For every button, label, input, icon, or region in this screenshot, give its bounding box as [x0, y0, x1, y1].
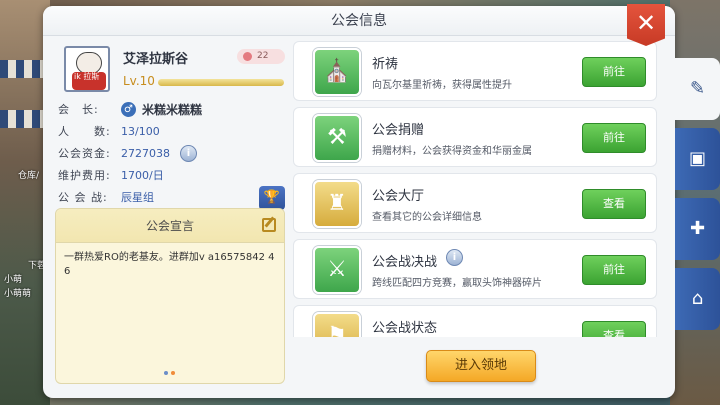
close-button[interactable]: ✕	[627, 4, 665, 46]
side-tab-members[interactable]: ▣	[675, 128, 720, 190]
field-value: 2727038	[121, 146, 170, 160]
field-value: 1700/日	[121, 169, 164, 182]
field-funds: 公会资金: 2727038 i	[58, 142, 293, 164]
enter-territory-button[interactable]: 进入领地	[426, 350, 536, 382]
member-tab-icon: ▣	[688, 148, 706, 169]
field-label: 维护费用:	[58, 169, 111, 182]
info-icon[interactable]: i	[446, 249, 463, 266]
guild-name: 艾泽拉斯谷	[123, 52, 189, 67]
field-label: 公 会 战:	[58, 191, 108, 204]
feature-title: 祈祷	[372, 57, 399, 72]
trophy-icon: 🏆	[263, 190, 281, 205]
field-value: 辰星组	[121, 191, 154, 204]
view-button[interactable]: 查看	[582, 189, 646, 219]
leader-name[interactable]: 米糕米糕糕	[142, 101, 202, 118]
field-guild-war: 公 会 战: 辰星组	[58, 186, 293, 208]
field-label: 人 数:	[58, 125, 111, 138]
donate-icon: ⚒	[313, 114, 361, 162]
bg-label: 小萌萌	[4, 289, 32, 299]
feature-title: 公会战决战	[372, 255, 438, 270]
feature-row-hall: ♜ 公会大厅 查看其它的公会详细信息 查看	[293, 173, 657, 233]
edit-tab-icon: ✎	[689, 78, 706, 99]
feature-list[interactable]: ⛪ 祈祷 向瓦尔基里祈祷，获得属性提升 前往 ⚒ 公会捐赠 捐赠材料，公会获得资…	[293, 41, 661, 337]
side-tab-home[interactable]: ⌂	[675, 268, 720, 330]
heart-icon	[243, 52, 252, 61]
announcement-header: 公会宣言	[56, 209, 284, 243]
field-label: 会 长:	[58, 103, 99, 116]
male-icon: ♂	[121, 101, 136, 117]
guild-avatar[interactable]: ik 拉斯	[64, 46, 110, 92]
page-dot	[164, 371, 168, 375]
field-members: 人 数: 13/100	[58, 120, 293, 142]
avatar-text: ik 拉斯	[74, 72, 100, 81]
go-button[interactable]: 前往	[582, 255, 646, 285]
castle-icon: ♜	[313, 180, 361, 228]
info-icon[interactable]: i	[180, 144, 197, 162]
side-tab-edit[interactable]: ✎	[675, 58, 720, 120]
avatar-face	[76, 52, 102, 74]
feature-title: 公会大厅	[372, 189, 425, 204]
go-button[interactable]: 前往	[582, 123, 646, 153]
feature-row-donate: ⚒ 公会捐赠 捐赠材料，公会获得资金和华丽金属 前往	[293, 107, 657, 167]
go-button[interactable]: 前往	[582, 57, 646, 87]
view-button[interactable]: 查看	[582, 321, 646, 337]
feature-desc: 向瓦尔基里祈祷，获得属性提升	[372, 80, 512, 91]
field-upkeep: 维护费用: 1700/日	[58, 164, 293, 186]
feature-desc: 查看其它的公会详细信息	[372, 212, 482, 223]
field-leader: 会 长: ♂ 米糕米糕糕	[58, 98, 293, 120]
guild-level: Lv.10	[123, 74, 155, 88]
bg-label: 小萌	[4, 275, 23, 285]
side-tab-plus[interactable]: ✚	[675, 198, 720, 260]
page-indicator	[164, 371, 175, 375]
prayer-icon: ⛪	[313, 48, 361, 96]
home-tab-icon: ⌂	[691, 288, 704, 309]
plus-tab-icon: ✚	[689, 218, 706, 239]
feature-row-war-status: ⚑ 公会战状态 查看	[293, 305, 657, 337]
flag-icon: ⚑	[313, 312, 361, 337]
announcement-text: 一群热爱RO的老基友。进群加v a16575842 46	[64, 252, 275, 277]
feature-title: 公会战状态	[372, 321, 438, 336]
feature-desc: 跨线匹配四方竞赛，赢取头饰神器碎片	[372, 278, 542, 289]
level-progress-bar	[158, 79, 284, 86]
feature-title: 公会捐赠	[372, 123, 425, 138]
guild-war-icon: ⚔	[313, 246, 361, 294]
page-dot-active	[171, 371, 175, 375]
bg-label: 仓库/	[18, 171, 40, 181]
edit-icon[interactable]	[262, 218, 276, 232]
feature-desc: 捐赠材料，公会获得资金和华丽金属	[372, 146, 532, 157]
field-label: 公会资金:	[58, 147, 111, 160]
level-progress-fill	[158, 79, 284, 86]
field-value: 13/100	[121, 124, 160, 138]
announcement-title: 公会宣言	[145, 219, 194, 233]
feature-row-guild-war: ⚔ 公会战决战 i 跨线匹配四方竞赛，赢取头饰神器碎片 前往	[293, 239, 657, 299]
feature-row-prayer: ⛪ 祈祷 向瓦尔基里祈祷，获得属性提升 前往	[293, 41, 657, 101]
close-icon: ✕	[635, 9, 657, 37]
guild-fields: 会 长: ♂ 米糕米糕糕 人 数: 13/100 公会资金: 2727038 i…	[58, 98, 293, 208]
panel-title: 公会信息	[43, 6, 675, 36]
trophy-button[interactable]: 🏆	[259, 186, 285, 210]
announcement-card: 公会宣言 一群热爱RO的老基友。进群加v a16575842 46	[55, 208, 285, 384]
member-count-badge: 22	[237, 49, 285, 64]
member-count: 22	[257, 51, 269, 61]
guild-info-panel: 公会信息 ik 拉斯 艾泽拉斯谷 22 Lv.10 会 长: ♂ 米糕米糕糕 人…	[43, 6, 675, 398]
